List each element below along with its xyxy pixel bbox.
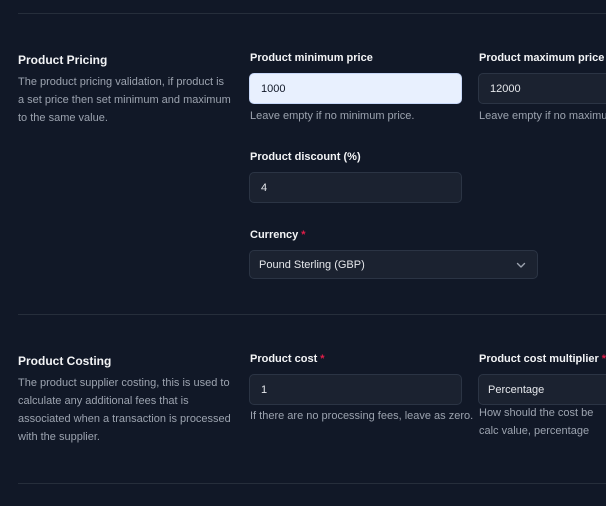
cost-hint: If there are no processing fees, leave a… bbox=[250, 410, 474, 422]
currency-label-text: Currency bbox=[250, 229, 299, 241]
max-price-input[interactable]: 12000 bbox=[478, 73, 606, 104]
discount-value: 4 bbox=[261, 181, 268, 194]
max-price-hint: Leave empty if no maximum bbox=[479, 110, 606, 122]
multiplier-hint: How should the cost be calc value, perce… bbox=[479, 407, 594, 437]
divider-top bbox=[18, 13, 606, 14]
min-price-value: 1000 bbox=[261, 82, 286, 95]
pricing-section-title: Product Pricing bbox=[18, 53, 108, 67]
multiplier-label-text: Product cost multiplier bbox=[479, 353, 599, 365]
cost-required-mark: * bbox=[320, 353, 325, 365]
discount-input[interactable]: 4 bbox=[249, 172, 462, 203]
multiplier-required-mark: * bbox=[601, 353, 606, 365]
discount-label: Product discount (%) bbox=[250, 151, 361, 163]
min-price-label: Product minimum price bbox=[250, 52, 373, 64]
pricing-section-description: The product pricing validation, if produ… bbox=[18, 76, 231, 124]
multiplier-label: Product cost multiplier * bbox=[479, 353, 606, 365]
min-price-input[interactable]: 1000 bbox=[249, 73, 462, 104]
cost-label-text: Product cost bbox=[250, 353, 318, 365]
cost-input[interactable]: 1 bbox=[249, 374, 462, 405]
costing-section-title: Product Costing bbox=[18, 354, 112, 368]
multiplier-value: Percentage bbox=[488, 383, 545, 396]
currency-value: Pound Sterling (GBP) bbox=[259, 258, 365, 271]
divider-bottom bbox=[18, 483, 606, 484]
cost-label: Product cost * bbox=[250, 353, 325, 365]
currency-label: Currency * bbox=[250, 229, 306, 241]
chevron-down-icon bbox=[514, 258, 528, 272]
max-price-label: Product maximum price bbox=[479, 52, 605, 64]
min-price-hint: Leave empty if no minimum price. bbox=[250, 110, 415, 122]
max-price-value: 12000 bbox=[490, 82, 521, 95]
costing-section-description: The product supplier costing, this is us… bbox=[18, 377, 231, 443]
multiplier-select[interactable]: Percentage bbox=[478, 374, 606, 405]
cost-value: 1 bbox=[261, 383, 268, 396]
currency-required-mark: * bbox=[301, 229, 306, 241]
currency-select[interactable]: Pound Sterling (GBP) bbox=[249, 250, 538, 279]
divider-middle bbox=[18, 314, 606, 315]
